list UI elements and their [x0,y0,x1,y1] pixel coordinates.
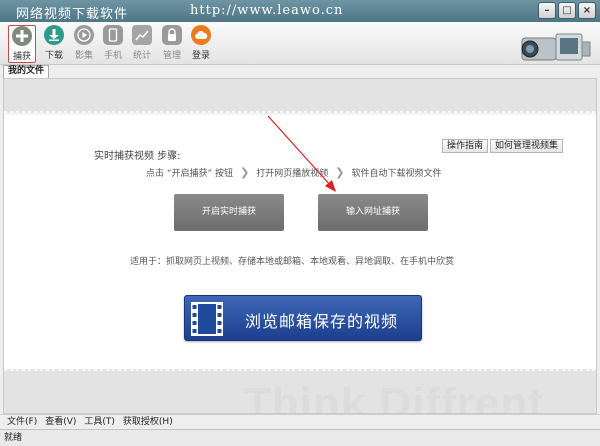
chevron-right-icon: ❯ [335,166,345,179]
status-text: 就绪 [4,433,23,443]
guide-button[interactable]: 操作指南 [442,139,489,153]
cloud-icon [191,25,211,45]
manage-label: 管理 [162,51,181,61]
maximize-button[interactable]: □ [558,2,576,19]
browse-button-label: 浏览邮箱保存的视频 [245,312,399,331]
status-bar: 就绪 [0,429,600,446]
chevron-right-icon: ❯ [240,166,250,179]
main-panel: 操作指南 如何管理视频集 实时捕获视频 步骤: 点击 “开启捕获” 按钮 ❯ 打… [3,78,597,414]
input-url-capture-button[interactable]: 输入网址捕获 [318,194,428,231]
watermark-text: Think Diffrent [244,379,544,414]
login-button[interactable]: 登录 [187,25,215,63]
step-3: 软件自动下载视频文件 [351,169,442,179]
menu-file[interactable]: 文件(F) [3,415,41,429]
download-button[interactable]: 下载 [40,25,68,63]
camcorder-icon [521,33,591,61]
capture-label: 捕获 [12,52,31,62]
top-dash-divider [4,111,596,113]
browse-mailbox-videos-button[interactable]: 浏览邮箱保存的视频 [184,295,422,341]
minimize-icon: – [544,4,550,16]
stats-button[interactable]: 统计 [128,25,156,63]
app-url: http://www.leawo.cn [190,3,344,18]
phone-icon [103,25,123,45]
phone-button[interactable]: 手机 [99,25,127,63]
play-icon [74,25,94,45]
minimize-button[interactable]: – [538,2,556,19]
download-icon [44,25,64,45]
step-2: 打开网页播放视频 [256,169,329,179]
step-1: 点击 “开启捕获” 按钮 [146,169,234,179]
stats-label: 统计 [132,51,151,61]
bottom-dash-divider [4,369,596,371]
chart-icon [132,25,152,45]
manage-button[interactable]: 管理 [158,25,186,63]
app-title: 网络视频下载软件 [16,7,129,22]
steps-title: 实时捕获视频 步骤: [94,151,181,162]
album-label: 影集 [74,51,93,61]
usage-text: 适用于：抓取网页上视频、存储本地或邮箱、本地观看、异地调取、在手机中欣赏 [130,257,455,267]
menu-license[interactable]: 获取授权(H) [119,415,177,429]
menu-bar: 文件(F) 查看(V) 工具(T) 获取授权(H) [0,414,600,429]
menu-view[interactable]: 查看(V) [41,415,80,429]
top-band [4,79,596,113]
close-icon: × [582,4,592,16]
plus-icon [12,26,32,46]
film-strip-icon [191,302,223,336]
how-to-manage-button[interactable]: 如何管理视频集 [490,139,564,153]
lock-icon [162,25,182,45]
title-bar: 网络视频下载软件 http://www.leawo.cn – □ × [0,0,600,22]
tab-my-files[interactable]: 我的文件 [3,65,50,78]
close-button[interactable]: × [578,2,596,19]
tab-strip: 我的文件 [0,65,600,78]
maximize-icon: □ [562,4,572,16]
album-button[interactable]: 影集 [70,25,98,63]
menu-tools[interactable]: 工具(T) [80,415,119,429]
toolbar: 捕获 下载 影集 手机 统计 管理 登录 [0,22,600,65]
window-controls: – □ × [538,2,596,19]
download-label: 下载 [44,51,63,61]
start-capture-button[interactable]: 开启实时捕获 [174,194,284,231]
capture-button[interactable]: 捕获 [8,25,36,63]
steps-row: 点击 “开启捕获” 按钮 ❯ 打开网页播放视频 ❯ 软件自动下载视频文件 [146,166,442,179]
login-label: 登录 [191,51,210,61]
phone-label: 手机 [103,51,122,61]
